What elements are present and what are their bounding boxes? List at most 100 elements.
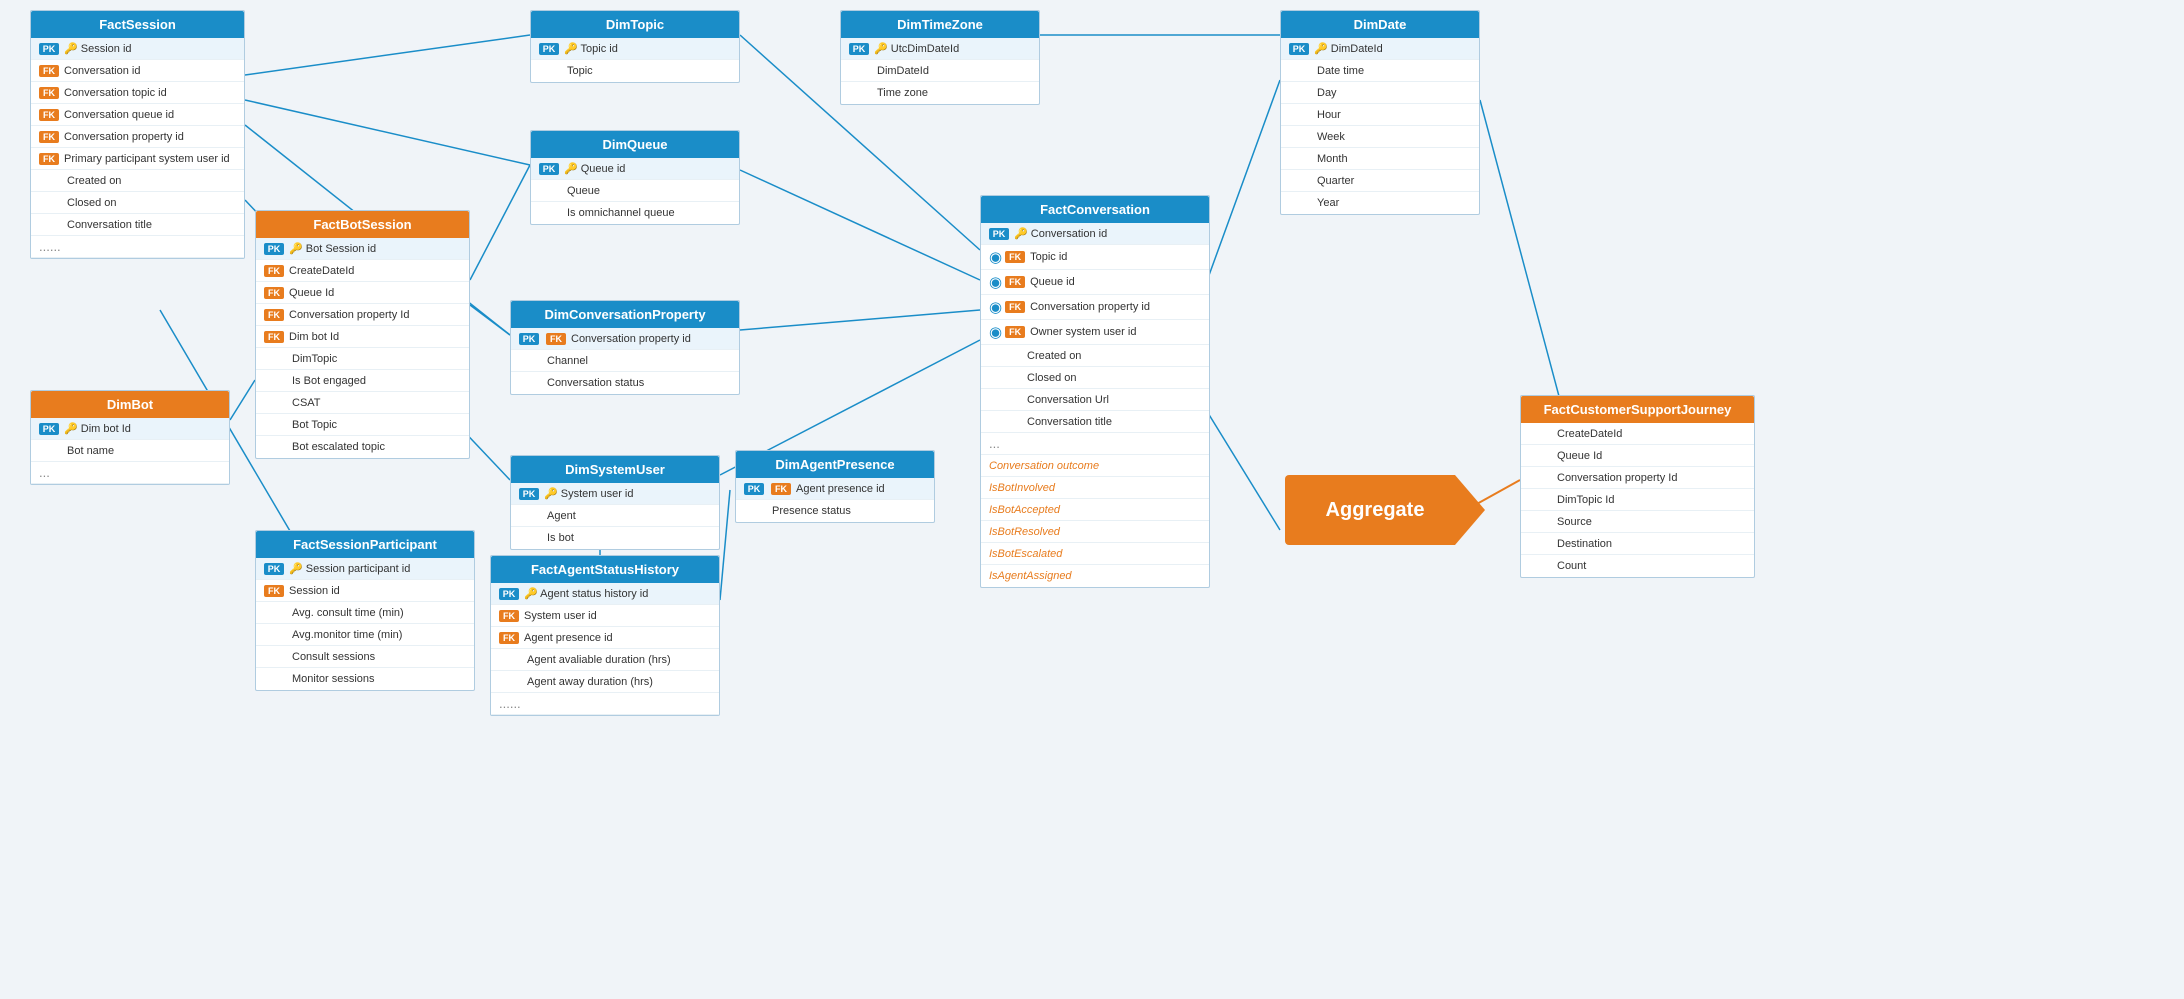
entity-dim-bot-header: DimBot: [31, 391, 229, 418]
field-day: Day: [1281, 82, 1479, 104]
field-conv-created-on: Created on: [981, 345, 1209, 367]
field-hour: Hour: [1281, 104, 1479, 126]
field-is-bot-escalated: IsBotEscalated: [981, 543, 1209, 565]
field-bot-topic: Bot Topic: [256, 414, 469, 436]
field-agent-away: Agent away duration (hrs): [491, 671, 719, 693]
field-conv-outcome: Conversation outcome: [981, 455, 1209, 477]
field-dim-date-id-pk: PK🔑 DimDateId: [1281, 38, 1479, 60]
field-conv-closed-on: Closed on: [981, 367, 1209, 389]
field-dim-bot-id-fk: FKDim bot Id: [256, 326, 469, 348]
entity-fact-session-participant-header: FactSessionParticipant: [256, 531, 474, 558]
entity-fact-bot-session: FactBotSession PK🔑 Bot Session id FKCrea…: [255, 210, 470, 459]
field-week: Week: [1281, 126, 1479, 148]
field-agent-presence-fk: FKAgent presence id: [491, 627, 719, 649]
field-dim-date-id: DimDateId: [841, 60, 1039, 82]
field-conversation-property-id: FKConversation property id: [31, 126, 244, 148]
field-csj-source: Source: [1521, 511, 1754, 533]
entity-dim-date: DimDate PK🔑 DimDateId Date time Day Hour…: [1280, 10, 1480, 215]
field-agent: Agent: [511, 505, 719, 527]
field-topic: Topic: [531, 60, 739, 82]
field-date-time: Date time: [1281, 60, 1479, 82]
entity-fact-conversation: FactConversation PK🔑 Conversation id ◉FK…: [980, 195, 1210, 588]
field-channel: Channel: [511, 350, 739, 372]
field-bot-escalated: Bot escalated topic: [256, 436, 469, 458]
field-is-omnichannel: Is omnichannel queue: [531, 202, 739, 224]
entity-dim-timezone-header: DimTimeZone: [841, 11, 1039, 38]
field-is-bot-involved: IsBotInvolved: [981, 477, 1209, 499]
field-is-bot-accepted: IsBotAccepted: [981, 499, 1209, 521]
entity-dim-system-user: DimSystemUser PK🔑 System user id Agent I…: [510, 455, 720, 550]
entity-dim-bot: DimBot PK🔑 Dim bot Id Bot name ...: [30, 390, 230, 485]
field-csj-count: Count: [1521, 555, 1754, 577]
field-is-bot-resolved: IsBotResolved: [981, 521, 1209, 543]
entity-dim-topic-header: DimTopic: [531, 11, 739, 38]
diagram-container: FactSession PK🔑 Session id FKConversatio…: [0, 0, 2184, 999]
entity-dim-conversation-property: DimConversationProperty PKFKConversation…: [510, 300, 740, 395]
field-dots-1: ......: [31, 236, 244, 258]
field-conversation-id: FKConversation id: [31, 60, 244, 82]
entity-fact-customer-support-journey: FactCustomerSupportJourney CreateDateId …: [1520, 395, 1755, 578]
field-time-zone: Time zone: [841, 82, 1039, 104]
entity-dim-date-header: DimDate: [1281, 11, 1479, 38]
field-queue-id-fk2: ◉FKQueue id: [981, 270, 1209, 295]
field-queue-id: FKQueue Id: [256, 282, 469, 304]
field-dim-bot-id: PK🔑 Dim bot Id: [31, 418, 229, 440]
entity-dim-queue-header: DimQueue: [531, 131, 739, 158]
field-created-on: Created on: [31, 170, 244, 192]
field-topic-id-pk: PK🔑 Topic id: [531, 38, 739, 60]
field-conversation-queue-id: FKConversation queue id: [31, 104, 244, 126]
field-conv-id-pk: PK🔑 Conversation id: [981, 223, 1209, 245]
field-conv-prop-pk: PKFKConversation property id: [511, 328, 739, 350]
entity-dim-timezone: DimTimeZone PK🔑 UtcDimDateId DimDateId T…: [840, 10, 1040, 105]
entity-dim-conv-prop-header: DimConversationProperty: [511, 301, 739, 328]
field-queue: Queue: [531, 180, 739, 202]
field-is-agent-assigned: IsAgentAssigned: [981, 565, 1209, 587]
entity-fact-agent-status-header: FactAgentStatusHistory: [491, 556, 719, 583]
field-presence-status: Presence status: [736, 500, 934, 522]
field-bot-name: Bot name: [31, 440, 229, 462]
entity-dim-queue: DimQueue PK🔑 Queue id Queue Is omnichann…: [530, 130, 740, 225]
field-agent-presence-id-pk: PKFKAgent presence id: [736, 478, 934, 500]
field-conv-status: Conversation status: [511, 372, 739, 394]
field-bot-session-id: PK🔑 Bot Session id: [256, 238, 469, 260]
field-dots-conv: ...: [981, 433, 1209, 455]
field-conv-title: Conversation title: [981, 411, 1209, 433]
field-conv-prop-id: FKConversation property Id: [256, 304, 469, 326]
field-agent-available: Agent avaliable duration (hrs): [491, 649, 719, 671]
field-session-participant-id: PK🔑 Session participant id: [256, 558, 474, 580]
field-queue-id-pk: PK🔑 Queue id: [531, 158, 739, 180]
entity-dim-agent-presence-header: DimAgentPresence: [736, 451, 934, 478]
field-topic-id-fk: ◉FKTopic id: [981, 245, 1209, 270]
entity-fact-bot-session-header: FactBotSession: [256, 211, 469, 238]
field-csj-queue-id: Queue Id: [1521, 445, 1754, 467]
entity-dim-system-user-header: DimSystemUser: [511, 456, 719, 483]
field-monitor-sessions: Monitor sessions: [256, 668, 474, 690]
field-dimtopic: DimTopic: [256, 348, 469, 370]
field-csj-destination: Destination: [1521, 533, 1754, 555]
field-avg-consult: Avg. consult time (min): [256, 602, 474, 624]
field-dots-dimbot: ...: [31, 462, 229, 484]
entity-fact-session-participant: FactSessionParticipant PK🔑 Session parti…: [255, 530, 475, 691]
field-quarter: Quarter: [1281, 170, 1479, 192]
field-system-user-fk: FKSystem user id: [491, 605, 719, 627]
aggregate-arrow: Aggregate: [1285, 475, 1485, 545]
field-session-id: PK🔑 Session id: [31, 38, 244, 60]
entity-fact-session: FactSession PK🔑 Session id FKConversatio…: [30, 10, 245, 259]
entity-fact-session-header: FactSession: [31, 11, 244, 38]
field-closed-on: Closed on: [31, 192, 244, 214]
field-owner-system-user-id: ◉FKOwner system user id: [981, 320, 1209, 345]
entity-dim-topic: DimTopic PK🔑 Topic id Topic: [530, 10, 740, 83]
entity-dim-agent-presence: DimAgentPresence PKFKAgent presence id P…: [735, 450, 935, 523]
field-conversation-topic-id: FKConversation topic id: [31, 82, 244, 104]
entity-fact-agent-status-history: FactAgentStatusHistory PK🔑 Agent status …: [490, 555, 720, 716]
field-avg-monitor: Avg.monitor time (min): [256, 624, 474, 646]
field-conv-prop-id-fk2: ◉FKConversation property id: [981, 295, 1209, 320]
field-utc-dim-date-id-pk: PK🔑 UtcDimDateId: [841, 38, 1039, 60]
field-csj-dimtopic-id: DimTopic Id: [1521, 489, 1754, 511]
field-year: Year: [1281, 192, 1479, 214]
field-month: Month: [1281, 148, 1479, 170]
field-csj-create-date: CreateDateId: [1521, 423, 1754, 445]
field-create-date-id: FKCreateDateId: [256, 260, 469, 282]
field-csat: CSAT: [256, 392, 469, 414]
field-is-bot-engaged: Is Bot engaged: [256, 370, 469, 392]
